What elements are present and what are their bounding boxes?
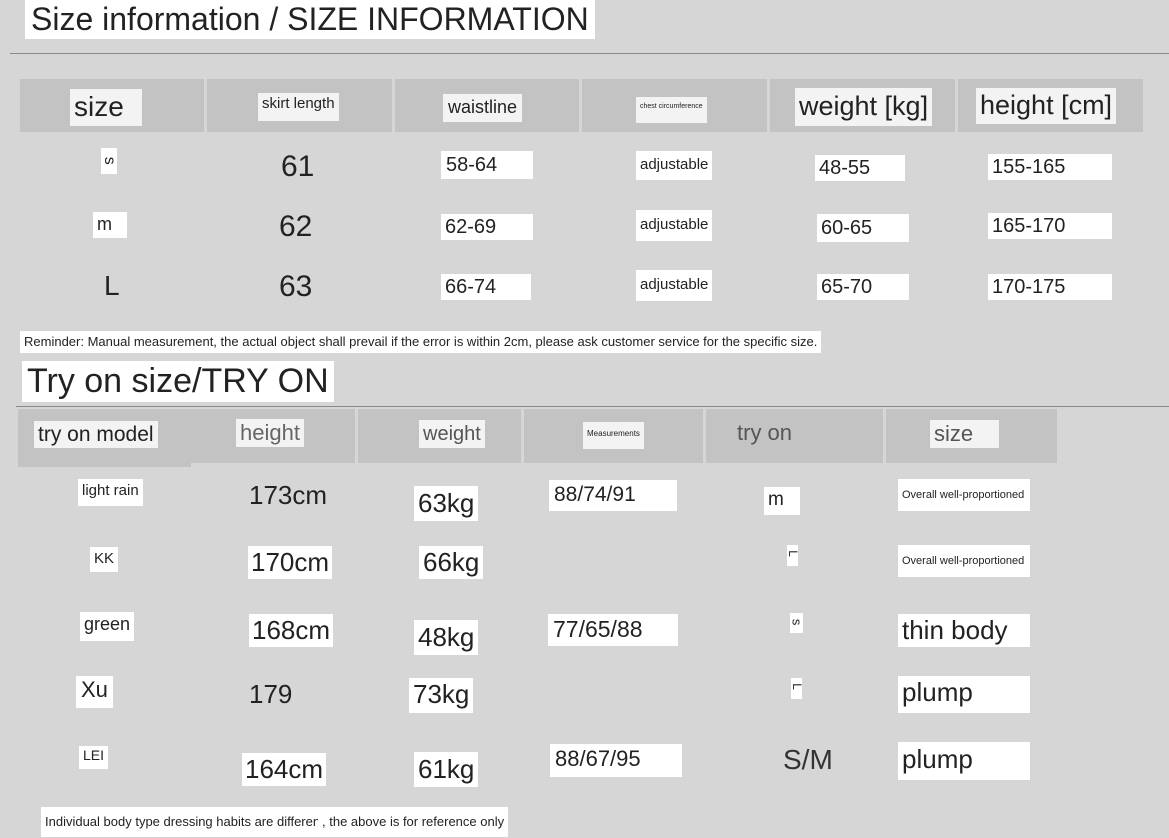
size-cell-chest: adjustable: [636, 210, 713, 241]
size-cell-waistline: 62-69: [441, 214, 533, 240]
tryon-cell-model: Xu: [76, 676, 113, 709]
size-header-skirt-length: skirt length: [258, 93, 339, 121]
size-cell-chest: adjustable: [636, 151, 713, 180]
size-header-height: height [cm]: [976, 88, 1117, 124]
size-cell-skirt-length: 61: [281, 150, 315, 183]
tryon-title-divider: [16, 406, 1169, 407]
tryon-cell-height: 179: [249, 679, 293, 709]
size-cell-skirt-length: 63: [279, 270, 313, 303]
size-cell-skirt-length: 62: [279, 210, 313, 243]
tryon-cell-height: 164cm: [242, 753, 327, 786]
size-cell-weight: 48-55: [815, 155, 905, 181]
tryon-cell-try-on: L: [790, 678, 804, 700]
tryon-cell-size: Overall well-proportioned: [898, 545, 1030, 578]
tryon-cell-weight: 66kg: [419, 546, 484, 579]
tryon-cell-size: thin body: [898, 614, 1030, 647]
size-header-size: size: [70, 89, 142, 126]
size-title-divider: [10, 53, 1169, 54]
size-cell-height: 170-175: [988, 274, 1112, 300]
size-header-weight: weight [kg]: [795, 88, 933, 126]
tryon-cell-height: 170cm: [248, 546, 333, 579]
tryon-cell-weight: 61kg: [414, 752, 479, 787]
tryon-cell-size: plump: [898, 742, 1030, 780]
size-cell-weight: 60-65: [817, 214, 909, 242]
tryon-cell-weight: 73kg: [409, 678, 474, 713]
tryon-header-height: height: [236, 419, 304, 448]
size-cell-waistline: 66-74: [441, 274, 531, 300]
tryon-section-title: Try on size/TRY ON: [22, 361, 334, 403]
tryon-cell-model: light rain: [78, 479, 143, 506]
tryon-cell-model: green: [80, 612, 135, 641]
size-cell-size: m: [93, 212, 127, 238]
size-cell-size: s: [101, 148, 118, 174]
tryon-cell-try-on: s: [789, 613, 804, 634]
tryon-header-try-on: try on: [737, 420, 793, 445]
size-cell-waistline: 58-64: [441, 151, 533, 179]
tryon-cell-weight: 63kg: [414, 486, 479, 521]
size-cell-weight: 65-70: [817, 274, 909, 300]
tryon-cell-measurements: 88/74/91: [549, 480, 677, 512]
size-cell-height: 165-170: [988, 213, 1112, 239]
tryon-cell-weight: 48kg: [414, 620, 479, 655]
size-cell-height: 155-165: [988, 154, 1112, 180]
tryon-cell-try-on: m: [764, 487, 800, 515]
tryon-header-weight: weight: [419, 420, 485, 448]
tryon-cell-height: 168cm: [249, 614, 334, 647]
tryon-cell-try-on: S/M: [783, 744, 833, 775]
size-cell-chest: adjustable: [636, 270, 713, 301]
tryon-cell-try-on: L: [786, 545, 800, 567]
tryon-header-size: size: [930, 420, 1000, 449]
tryon-cell-model: KK: [90, 547, 119, 572]
tryon-cell-height: 173cm: [249, 480, 328, 510]
tryon-footnote-part-1: Individual body type dressing habits are…: [41, 807, 326, 838]
size-cell-size: L: [104, 270, 120, 301]
tryon-cell-size: plump: [898, 676, 1030, 713]
size-reminder: Reminder: Manual measurement, the actual…: [20, 331, 822, 354]
size-header-waistline: waistline: [443, 94, 523, 122]
tryon-footnote-part-2: , the above is for reference only: [318, 807, 509, 838]
tryon-cell-measurements: 88/67/95: [550, 744, 682, 778]
size-header-chest: chest circumference: [636, 97, 707, 123]
tryon-cell-size: Overall well-proportioned: [898, 479, 1030, 512]
tryon-header-measurements: Measurements: [583, 422, 644, 449]
tryon-header-model: try on model: [34, 421, 158, 449]
size-section-title: Size information / SIZE INFORMATION: [25, 0, 595, 40]
tryon-cell-measurements: 77/65/88: [548, 614, 678, 647]
tryon-cell-model: LEI: [79, 746, 109, 770]
